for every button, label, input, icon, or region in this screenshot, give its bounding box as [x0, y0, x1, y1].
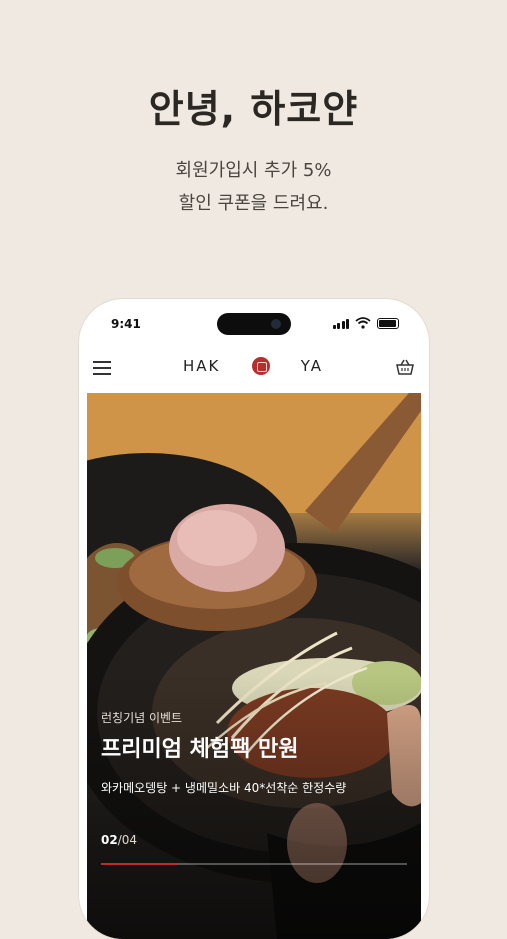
banner-progress-track [101, 863, 407, 865]
signal-icon [332, 319, 349, 329]
wifi-icon [355, 317, 371, 329]
hero-image [87, 393, 421, 939]
banner-description: 와카메오뎅탕 + 냉메밀소바 40*선착순 한정수량 [101, 781, 347, 795]
promo-subtext-line1: 회원가입시 추가 5% [175, 160, 332, 181]
status-icons [332, 317, 399, 329]
logo-text-right: YA [300, 357, 323, 375]
brand-logo[interactable]: HAK YA [183, 357, 323, 375]
banner-tag: 런칭기념 이벤트 [101, 711, 183, 725]
pager-total: /04 [117, 833, 138, 847]
status-time: 9:41 [111, 317, 141, 331]
logo-text-left: HAK [183, 357, 221, 375]
banner-title: 프리미엄 체험팩 만원 [101, 737, 299, 762]
phone-mockup: 9:41 HAK YA 런칭기념 이벤트 프리미엄 체험팩 만원 와카메오뎅탕 … [79, 299, 429, 939]
promo-subtext-line2: 할인 쿠폰을 드려요. [178, 193, 329, 214]
pager-current: 02 [101, 833, 118, 847]
banner-progress-fill [101, 863, 178, 865]
banner-pager: 02/04 [101, 833, 137, 847]
hamburger-menu-icon[interactable] [93, 361, 111, 375]
hero-banner[interactable]: 런칭기념 이벤트 프리미엄 체험팩 만원 와카메오뎅탕 + 냉메밀소바 40*선… [87, 393, 421, 939]
shopping-basket-icon[interactable] [395, 357, 415, 377]
promo-headline: 안녕, 하코얀 [148, 87, 359, 131]
logo-seal-icon [251, 357, 270, 375]
battery-icon [377, 318, 399, 329]
dynamic-island [217, 313, 291, 335]
